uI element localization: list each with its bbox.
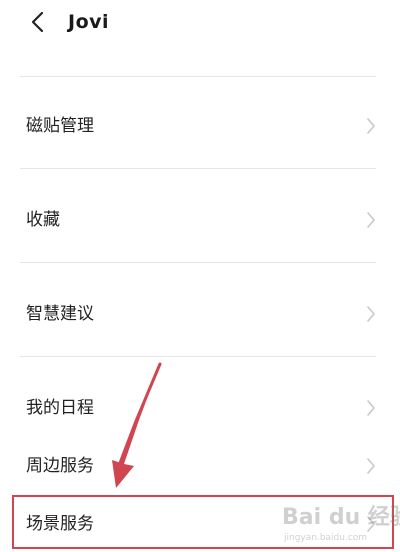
- watermark-text: Bai du 经验: [282, 505, 400, 530]
- watermark-subtext: jingyan.baidu.com: [284, 533, 368, 543]
- watermark-logo: Bai du 经验 jingyan.baidu.com: [282, 505, 400, 549]
- arrow-annotation-icon: [112, 362, 162, 488]
